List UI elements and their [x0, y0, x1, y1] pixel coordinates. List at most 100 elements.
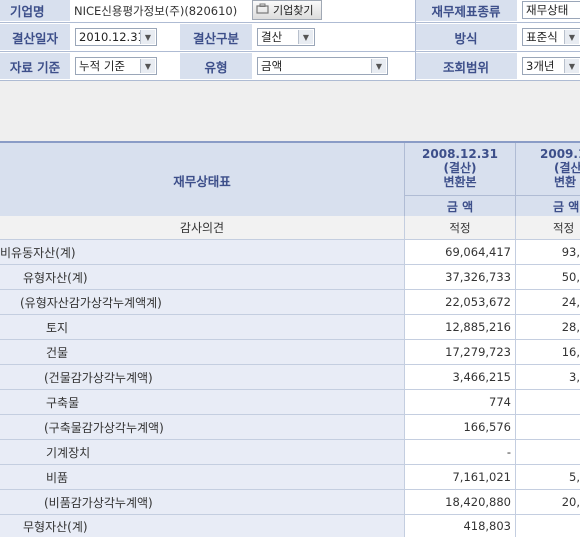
table-row: (유형자산감가상각누계액계) 22,053,672 24,: [0, 290, 580, 315]
company-search-button[interactable]: 기업찾기: [252, 0, 322, 20]
column-header-2: 2009.1 (결산 변환: [515, 143, 580, 195]
row-label: 기계장치: [0, 440, 450, 464]
type-label: 유형: [180, 53, 252, 79]
company-value: NICE신용평가정보(주)(820610): [70, 0, 415, 21]
statement-type-value: 재무상태: [526, 3, 569, 17]
row-value-1: 18,420,880: [404, 490, 515, 514]
row-value-2: 93,: [515, 240, 580, 264]
chevron-down-icon: ▼: [140, 59, 155, 73]
table-row: 유형자산(계) 37,326,733 50,: [0, 265, 580, 290]
range-select[interactable]: 3개년 ▼: [522, 57, 580, 75]
data-basis-value: 누적 기준: [79, 59, 125, 73]
row-label: (유형자산감가상각누계액계): [0, 290, 424, 314]
row-value-2: [515, 390, 580, 414]
table-row: 기계장치 -: [0, 440, 580, 465]
divider: [0, 51, 580, 52]
table-header: 재무상태표 2008.12.31 (결산) 변환본 금 액 2009.1 (결산…: [0, 141, 580, 217]
row-value-1: 17,279,723: [404, 340, 515, 364]
row-value-2: 20,: [515, 490, 580, 514]
divider: [0, 22, 580, 23]
row-value-1: 7,161,021: [404, 465, 515, 489]
table-row: (건물감가상각누계액) 3,466,215 3,: [0, 365, 580, 390]
company-label: 기업명: [0, 0, 70, 21]
spacer-panel: [0, 81, 580, 141]
column-1-date: 2008.12.31: [422, 147, 498, 161]
row-label: (비품감가상각누계액): [0, 490, 448, 514]
table-row: 무형자산(계) 418,803: [0, 515, 580, 537]
settlement-date-select[interactable]: 2010.12.31 ▼: [75, 28, 157, 46]
data-basis-label: 자료 기준: [0, 53, 70, 79]
statement-type-label: 재무제표종류: [415, 0, 517, 21]
company-name-text: NICE신용평가정보(주)(820610): [74, 3, 238, 18]
row-value-2: 28,: [515, 315, 580, 339]
chevron-down-icon: ▼: [371, 59, 386, 73]
row-value-1: 774: [404, 390, 515, 414]
row-value-2: [515, 515, 580, 537]
company-search-label: 기업찾기: [273, 4, 314, 17]
chevron-down-icon: ▼: [564, 30, 579, 44]
row-label: 유형자산(계): [0, 265, 427, 289]
column-2-date: 2009.1: [540, 147, 580, 161]
search-form: 기업명 NICE신용평가정보(주)(820610) 기업찾기 재무제표종류 재무…: [0, 0, 580, 82]
column-2-unit: 금 액: [515, 195, 580, 217]
row-label: 구축물: [0, 390, 450, 414]
data-rows: 비유동자산(계) 69,064,417 93, 유형자산(계) 37,326,7…: [0, 240, 580, 537]
row-value-2: [515, 415, 580, 439]
row-value-2: 24,: [515, 290, 580, 314]
audit-opinion-row: 감사의견 적정 적정: [0, 216, 580, 240]
chevron-down-icon: ▼: [564, 59, 579, 73]
row-value-1: 12,885,216: [404, 315, 515, 339]
row-value-1: 166,576: [404, 415, 515, 439]
column-1-conv: 변환본: [443, 175, 477, 189]
briefcase-icon: [256, 3, 269, 17]
row-value-1: 22,053,672: [404, 290, 515, 314]
statement-title: 재무상태표: [173, 173, 231, 189]
type-value: 금액: [261, 59, 283, 73]
row-value-1: 3,466,215: [404, 365, 515, 389]
method-label: 방식: [415, 24, 517, 50]
divider: [415, 0, 416, 81]
row-value-2: [515, 440, 580, 464]
settlement-kind-value: 결산: [261, 30, 283, 44]
table-row: 비품 7,161,021 5,: [0, 465, 580, 490]
method-select[interactable]: 표준식 ▼: [522, 28, 580, 46]
table-row: 구축물 774: [0, 390, 580, 415]
audit-opinion-v1: 적정: [404, 216, 515, 239]
settlement-date-label: 결산일자: [0, 24, 70, 50]
row-value-2: 50,: [515, 265, 580, 289]
method-value: 표준식: [526, 30, 558, 44]
settlement-date-value: 2010.12.31: [79, 30, 145, 44]
row-label: (건물감가상각누계액): [0, 365, 448, 389]
table-row: 비유동자산(계) 69,064,417 93,: [0, 240, 580, 265]
row-label: 토지: [0, 315, 450, 339]
column-2-kind: (결산: [554, 161, 580, 175]
row-value-2: 16,: [515, 340, 580, 364]
row-value-1: 418,803: [404, 515, 515, 537]
row-value-2: 5,: [515, 465, 580, 489]
row-value-1: 37,326,733: [404, 265, 515, 289]
row-value-2: 3,: [515, 365, 580, 389]
table-row: 건물 17,279,723 16,: [0, 340, 580, 365]
settlement-kind-label: 결산구분: [180, 24, 252, 50]
row-label: 비품: [0, 465, 450, 489]
audit-opinion-label: 감사의견: [0, 216, 404, 239]
settlement-kind-select[interactable]: 결산 ▼: [257, 28, 315, 46]
type-select[interactable]: 금액 ▼: [257, 57, 388, 75]
range-label: 조회범위: [415, 53, 517, 79]
table-row: 토지 12,885,216 28,: [0, 315, 580, 340]
table-row: (구축물감가상각누계액) 166,576: [0, 415, 580, 440]
column-2-conv: 변환: [554, 175, 577, 189]
row-label: 비유동자산(계): [0, 240, 404, 264]
row-value-1: 69,064,417: [404, 240, 515, 264]
row-value-1: -: [404, 440, 515, 464]
statement-type-select[interactable]: 재무상태: [522, 1, 580, 19]
data-basis-select[interactable]: 누적 기준 ▼: [75, 57, 157, 75]
chevron-down-icon: ▼: [298, 30, 313, 44]
chevron-down-icon: ▼: [140, 30, 155, 44]
row-label: (구축물감가상각누계액): [0, 415, 448, 439]
row-label: 무형자산(계): [0, 515, 427, 537]
audit-opinion-v2: 적정: [515, 216, 580, 239]
table-row: (비품감가상각누계액) 18,420,880 20,: [0, 490, 580, 515]
column-1-unit: 금 액: [404, 195, 515, 217]
range-value: 3개년: [526, 59, 555, 73]
